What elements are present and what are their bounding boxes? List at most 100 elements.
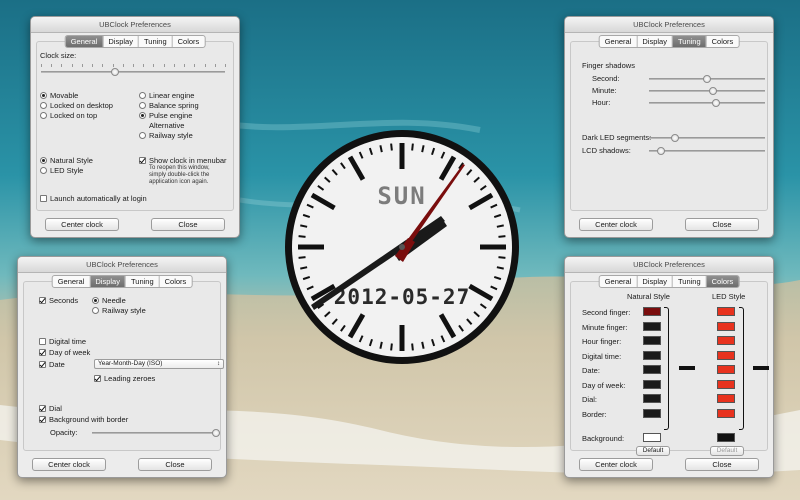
- opacity-slider[interactable]: [92, 429, 220, 437]
- natural-color-swatch[interactable]: [643, 336, 661, 345]
- natural-color-swatch[interactable]: [643, 394, 661, 403]
- led-color-swatch[interactable]: [717, 350, 735, 360]
- radio-railway-style[interactable]: Railway style: [139, 131, 193, 140]
- default-led-button[interactable]: Default: [710, 446, 744, 456]
- radio-dot[interactable]: [40, 112, 47, 119]
- tab-general[interactable]: General: [600, 276, 638, 287]
- tab-colors[interactable]: Colors: [707, 36, 739, 47]
- natural-color-swatch[interactable]: [643, 350, 661, 360]
- opacity-knob[interactable]: [212, 429, 220, 437]
- radio-dot[interactable]: [92, 297, 99, 304]
- hour-shadow-slider[interactable]: [649, 99, 765, 107]
- tab-general[interactable]: General: [65, 36, 104, 47]
- checkbox-box[interactable]: [39, 338, 46, 345]
- radio-needle[interactable]: Needle: [92, 296, 126, 305]
- radio-locked-top[interactable]: Locked on top: [40, 111, 97, 120]
- checkbox-box[interactable]: [39, 349, 46, 356]
- lcd-shadows-slider[interactable]: [649, 147, 765, 155]
- checkbox-launch-login[interactable]: Launch automatically at login: [40, 194, 147, 203]
- radio-dot[interactable]: [139, 92, 146, 99]
- tab-tuning[interactable]: Tuning: [139, 36, 173, 47]
- tab-tuning[interactable]: Tuning: [673, 276, 707, 287]
- radio-dot[interactable]: [139, 112, 146, 119]
- radio-led-style[interactable]: LED Style: [40, 166, 83, 175]
- tab-colors[interactable]: Colors: [706, 276, 739, 287]
- default-natural-button[interactable]: Default: [636, 446, 670, 456]
- tab-tuning[interactable]: Tuning: [672, 36, 707, 47]
- radio-dot[interactable]: [92, 307, 99, 314]
- tab-display[interactable]: Display: [90, 276, 126, 287]
- natural-color-swatch[interactable]: [643, 365, 661, 374]
- close-button[interactable]: Close: [685, 218, 759, 231]
- radio-linear-engine[interactable]: Linear engine: [139, 91, 194, 100]
- background-natural-swatch[interactable]: [643, 433, 661, 442]
- radio-dot[interactable]: [139, 102, 146, 109]
- checkbox-show-menubar[interactable]: Show clock in menubar: [139, 156, 227, 165]
- dark-led-knob[interactable]: [670, 134, 679, 142]
- checkbox-date[interactable]: Date: [39, 360, 65, 369]
- clock-size-knob[interactable]: [110, 68, 119, 76]
- tab-general[interactable]: General: [600, 36, 638, 47]
- radio-dot[interactable]: [40, 167, 47, 174]
- checkbox-box[interactable]: [40, 195, 47, 202]
- second-shadow-knob[interactable]: [703, 75, 711, 83]
- tab-colors[interactable]: Colors: [173, 36, 205, 47]
- checkbox-box[interactable]: [39, 416, 46, 423]
- dark-led-slider[interactable]: [649, 134, 765, 142]
- hour-shadow-knob[interactable]: [712, 99, 721, 107]
- center-clock-button[interactable]: Center clock: [45, 218, 119, 231]
- prefs-window-general[interactable]: UBClock Preferences General Display Tuni…: [30, 16, 240, 238]
- checkbox-box[interactable]: [39, 297, 46, 304]
- checkbox-box[interactable]: [94, 375, 101, 382]
- prefs-window-display[interactable]: UBClock Preferences General Display Tuni…: [17, 256, 227, 478]
- background-led-swatch[interactable]: [717, 433, 735, 442]
- led-color-swatch[interactable]: [717, 321, 735, 331]
- checkbox-digital-time[interactable]: Digital time: [39, 337, 86, 346]
- radio-pulse-engine[interactable]: Pulse engine: [139, 111, 192, 120]
- checkbox-dial[interactable]: Dial: [39, 404, 62, 413]
- led-color-swatch[interactable]: [717, 307, 735, 316]
- led-color-swatch[interactable]: [717, 408, 735, 418]
- prefs-window-colors[interactable]: UBClock Preferences General Display Tuni…: [564, 256, 774, 478]
- radio-balance-spring[interactable]: Balance spring: [139, 101, 199, 110]
- led-color-swatch[interactable]: [717, 336, 735, 345]
- led-color-swatch[interactable]: [717, 379, 735, 389]
- natural-color-swatch[interactable]: [643, 408, 661, 418]
- minute-shadow-slider[interactable]: [649, 87, 765, 95]
- radio-dot[interactable]: [139, 132, 146, 139]
- led-color-swatch[interactable]: [717, 394, 735, 403]
- center-clock-button[interactable]: Center clock: [579, 458, 653, 471]
- radio-dot[interactable]: [40, 157, 47, 164]
- minute-shadow-knob[interactable]: [708, 87, 717, 95]
- checkbox-box[interactable]: [39, 405, 46, 412]
- checkbox-box[interactable]: [39, 361, 46, 368]
- tab-display[interactable]: Display: [637, 36, 673, 47]
- natural-color-swatch[interactable]: [643, 307, 661, 316]
- tab-tuning[interactable]: Tuning: [126, 276, 160, 287]
- radio-movable[interactable]: Movable: [40, 91, 78, 100]
- radio-dot[interactable]: [40, 92, 47, 99]
- close-button[interactable]: Close: [138, 458, 212, 471]
- radio-locked-desktop[interactable]: Locked on desktop: [40, 101, 113, 110]
- radio-natural-style[interactable]: Natural Style: [40, 156, 93, 165]
- clock-size-slider[interactable]: [41, 68, 225, 76]
- close-button[interactable]: Close: [151, 218, 225, 231]
- close-button[interactable]: Close: [685, 458, 759, 471]
- center-clock-button[interactable]: Center clock: [32, 458, 106, 471]
- tab-display[interactable]: Display: [637, 276, 673, 287]
- checkbox-box[interactable]: [139, 157, 146, 164]
- checkbox-seconds[interactable]: Seconds: [39, 296, 78, 305]
- prefs-window-tuning[interactable]: UBClock Preferences General Display Tuni…: [564, 16, 774, 238]
- date-format-select[interactable]: Year-Month-Day (ISO) ↕: [94, 359, 224, 369]
- checkbox-background-border[interactable]: Background with border: [39, 415, 128, 424]
- radio-dot[interactable]: [40, 102, 47, 109]
- natural-color-swatch[interactable]: [643, 379, 661, 389]
- led-color-swatch[interactable]: [717, 365, 735, 374]
- option-alternative[interactable]: Alternative: [149, 121, 184, 130]
- checkbox-day-of-week[interactable]: Day of week: [39, 348, 90, 357]
- lcd-shadows-knob[interactable]: [656, 147, 665, 155]
- tab-colors[interactable]: Colors: [160, 276, 192, 287]
- natural-color-swatch[interactable]: [643, 321, 661, 331]
- tab-display[interactable]: Display: [103, 36, 139, 47]
- tab-general[interactable]: General: [53, 276, 91, 287]
